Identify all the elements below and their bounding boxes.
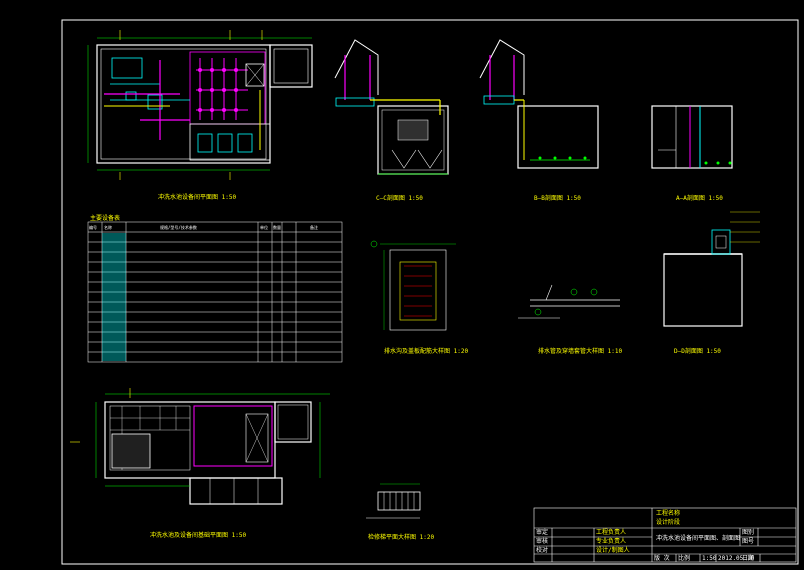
equipment-table-grid (87, 221, 343, 363)
table-header-remark: 备注 (310, 225, 318, 230)
tb-project-name-label: 工程名称 (656, 510, 681, 517)
equipment-table-title: 主要设备表 (90, 215, 121, 222)
caption-section-bb: B—B剖面图 1:50 (534, 195, 581, 202)
tb-scale-label: 比例 (678, 555, 691, 562)
section-cc (334, 39, 449, 175)
tb-right-label-0: 图别 (742, 529, 755, 536)
caption-section-dd: D—D剖面图 1:50 (674, 348, 721, 355)
detail-ladder (366, 483, 421, 519)
tb-role-1: 审核 (536, 538, 549, 545)
table-header-no: 编号 (89, 225, 97, 230)
main-plan (87, 30, 313, 180)
tb-scale-value: 1:50 (702, 555, 717, 562)
tb-people-role-0: 工程负责人 (596, 529, 627, 536)
caption-detail-3: 检修梯平面大样图 1:20 (368, 534, 435, 541)
table-header-qty: 数量 (273, 225, 281, 230)
tb-people-role-1: 专业负责人 (596, 538, 627, 545)
section-aa (651, 105, 733, 169)
caption-main-plan: 冲洗水池设备间平面图 1:50 (158, 194, 237, 201)
tb-design-stage-label: 设计阶段 (656, 519, 681, 526)
foundation-plan (70, 388, 330, 505)
table-header-spec: 规格/型号/技术参数 (160, 225, 197, 230)
tb-drawing-title: 冲洗水池设备间平面图、剖面图 (656, 535, 741, 542)
caption-section-cc: C—C剖面图 1:50 (376, 195, 423, 202)
tb-people-role-2: 设计/制图人 (596, 547, 630, 554)
equipment-table-fill (102, 233, 126, 361)
cad-drawing-sheet: 冲洗水池设备间平面图 1:50 C—C剖面图 1:50 B—B剖面图 1:50 … (0, 0, 804, 570)
caption-section-aa: A—A剖面图 1:50 (676, 195, 723, 202)
detail-drain-channel (370, 240, 456, 331)
section-dd (663, 211, 760, 327)
table-header-name: 名称 (104, 225, 112, 230)
tb-role-2: 校对 (536, 547, 549, 554)
caption-detail-1: 排水沟及盖板配筋大样图 1:20 (384, 348, 469, 355)
table-header-unit: 单位 (260, 225, 268, 230)
tb-right-label-1: 图号 (742, 538, 755, 545)
caption-detail-2: 排水管及穿墙套管大样图 1:10 (538, 348, 623, 355)
detail-drain-pipe (518, 284, 620, 319)
drawing-canvas (61, 19, 799, 565)
section-bb (479, 39, 599, 169)
tb-sheet-label: 版 次 (654, 555, 670, 562)
tb-role-0: 审定 (536, 529, 549, 536)
tb-date-value: 2012.05.10 (718, 555, 755, 562)
caption-foundation-plan: 冲洗水池及设备间基础平面图 1:50 (150, 532, 247, 539)
